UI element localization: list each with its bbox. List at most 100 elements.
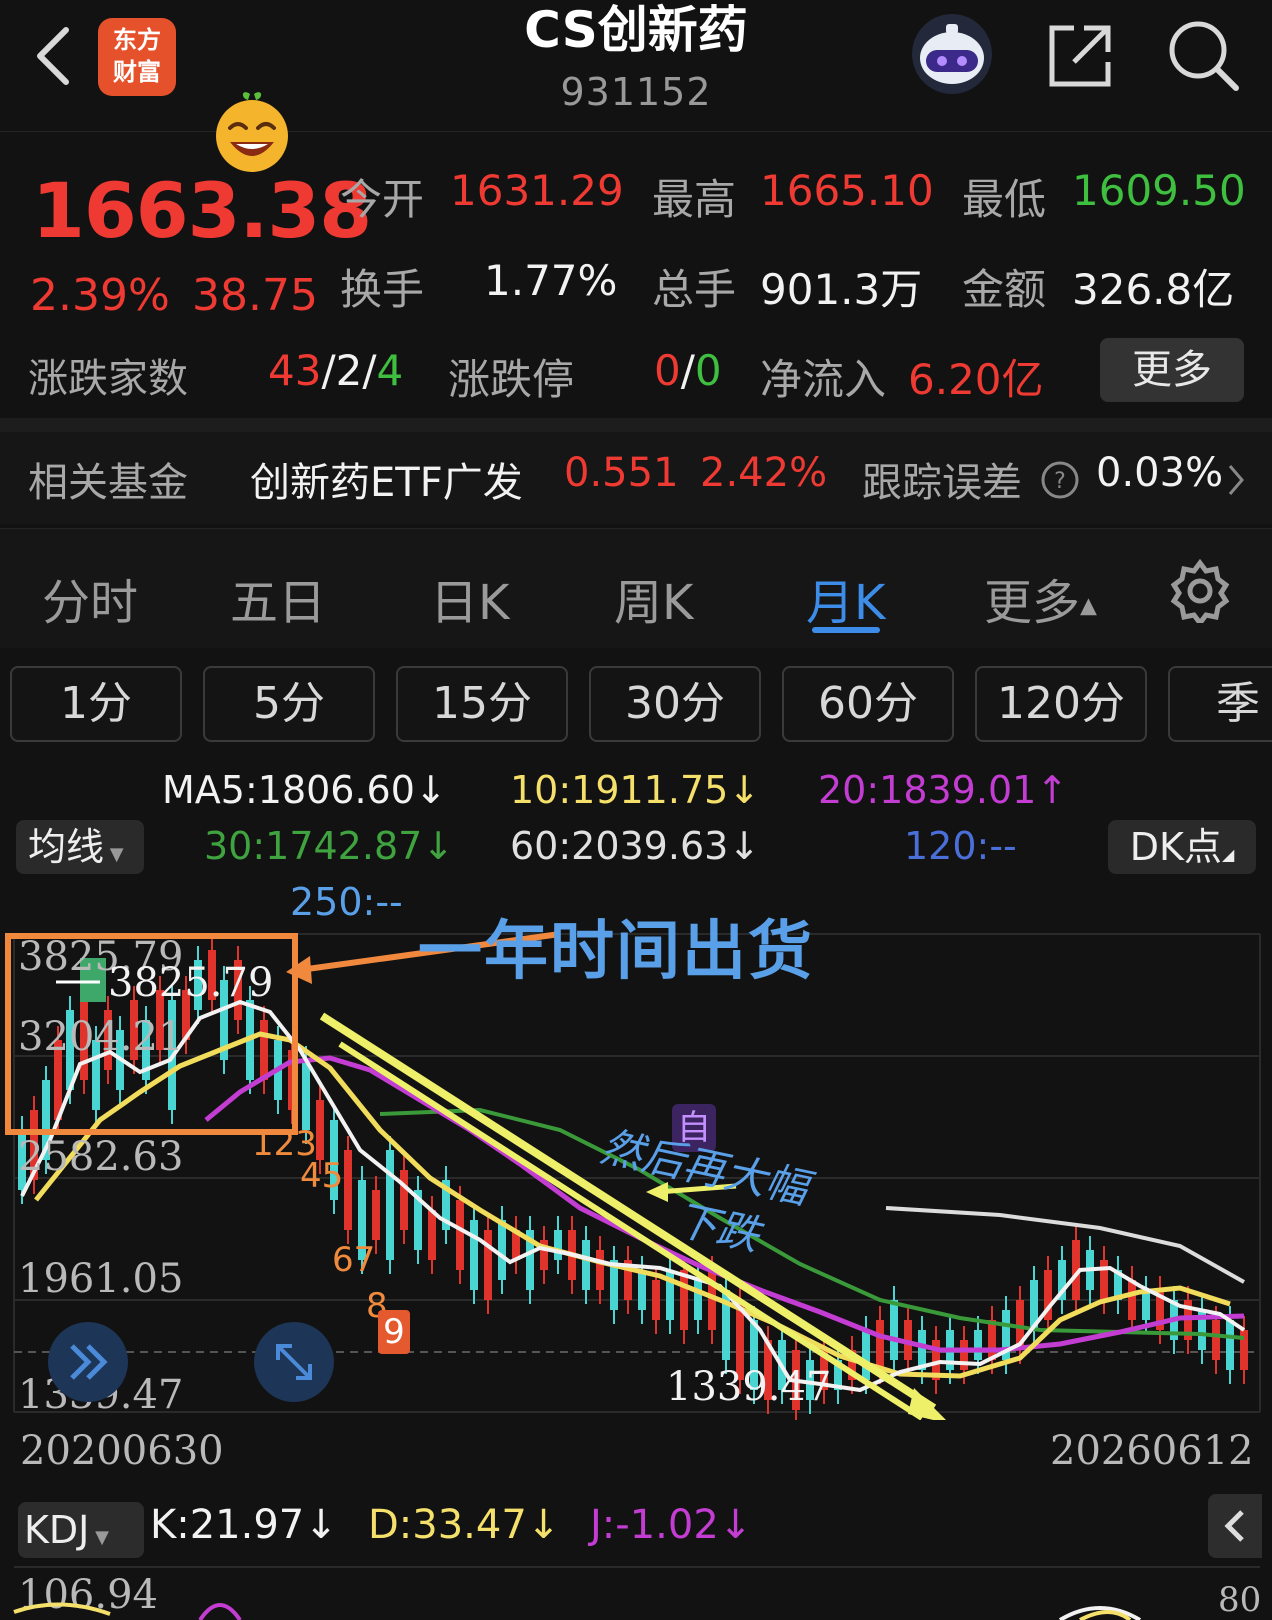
ma5-value: MA5:1806.60↓ — [162, 768, 447, 812]
ma10-value: 10:1911.75↓ — [510, 768, 761, 812]
breadth-down: 4 — [376, 346, 404, 395]
candle-body — [1128, 1280, 1136, 1320]
interval-30min-button[interactable]: 30分 — [589, 666, 761, 742]
candle-body — [260, 1020, 268, 1080]
candle-body — [428, 1210, 436, 1260]
ma120-value: 120:-- — [904, 824, 1017, 868]
current-price: 1663.38 — [32, 166, 372, 255]
interval-120min-button[interactable]: 120分 — [975, 666, 1147, 742]
low-price-marker: 1339.47 — [666, 1364, 832, 1410]
dk-point-button[interactable]: DK点◢ — [1108, 820, 1256, 874]
low-label: 最低 — [962, 175, 1047, 224]
x-axis-start-date: 20200630 — [20, 1428, 224, 1474]
caret-up-icon: ▲ — [1080, 593, 1097, 619]
arrow-down-icon: ↓ — [304, 1502, 338, 1548]
arrow-up-icon: ↑ — [1036, 768, 1069, 812]
inflow-value: 6.20亿 — [908, 355, 1044, 404]
arrow-down-icon: ↓ — [728, 824, 761, 868]
ma30-line — [379, 1107, 1245, 1340]
candle-body — [498, 1220, 506, 1280]
candle-body — [400, 1170, 408, 1230]
arrow-down-icon: ↓ — [422, 824, 455, 868]
ma30-value: 30:1742.87↓ — [204, 824, 455, 868]
kdj-top-gridline — [14, 1566, 1260, 1568]
gear-icon[interactable] — [1168, 559, 1232, 623]
candle-body — [876, 1320, 884, 1370]
inflow-label: 净流入 — [760, 355, 887, 404]
fund-name[interactable]: 创新药ETF广发 — [250, 450, 523, 508]
interval-quarter-button[interactable]: 季K — [1168, 666, 1272, 742]
header-bar: 东方 财富 CS创新药 931152 — [0, 0, 1272, 132]
interval-5min-button[interactable]: 5分 — [203, 666, 375, 742]
y-axis-label: 3204.21 — [18, 1014, 184, 1060]
collapse-panel-button[interactable] — [1208, 1494, 1262, 1558]
tab-daily-k[interactable]: 日K — [430, 563, 509, 633]
candle-body — [1212, 1320, 1220, 1360]
assistant-robot-icon[interactable] — [910, 12, 994, 96]
trend-arrow — [319, 1012, 937, 1412]
turnover-label: 换手 — [340, 265, 425, 314]
tab-five-day[interactable]: 五日 — [230, 563, 326, 633]
arrow-down-icon: ↓ — [718, 1502, 753, 1548]
caret-down-icon: ▼ — [89, 1527, 109, 1548]
sequence-9-badge: 9 — [378, 1310, 410, 1354]
tab-more[interactable]: 更多▲ — [984, 563, 1097, 633]
share-icon[interactable] — [1044, 20, 1116, 92]
candle-body — [862, 1330, 870, 1380]
kdj-lines — [13, 1602, 1142, 1620]
candle-body — [974, 1330, 982, 1360]
tab-more-label: 更多 — [984, 575, 1081, 631]
ma250-value: 250:-- — [290, 880, 403, 924]
breadth-counts: 43/2/4 — [268, 346, 404, 395]
arrow-down-icon: ↓ — [526, 1502, 561, 1548]
ma-select-dropdown[interactable]: 均线 ▼ — [16, 820, 144, 874]
help-icon[interactable]: ? — [1040, 460, 1080, 500]
smiling-emoji-icon — [216, 92, 288, 172]
open-label: 今开 — [340, 175, 425, 224]
breadth-flat: 2 — [335, 346, 363, 395]
interval-1min-button[interactable]: 1分 — [10, 666, 182, 742]
low-value: 1609.50 — [1072, 166, 1246, 215]
limit-counts: 0/0 — [654, 346, 722, 395]
active-tab-underline — [812, 627, 880, 633]
double-chevron-right-icon — [70, 1344, 108, 1380]
expand-chart-button[interactable] — [254, 1322, 334, 1402]
related-fund-row[interactable]: 相关基金 创新药ETF广发 0.551 2.42% 跟踪误差 ? 0.03% — [0, 432, 1272, 524]
tab-weekly-k[interactable]: 周K — [614, 563, 693, 633]
volume-value: 901.3万 — [760, 265, 923, 314]
corner-triangle-icon: ◢ — [1221, 845, 1235, 864]
candle-body — [1226, 1320, 1234, 1370]
breadth-label: 涨跌家数 — [28, 356, 188, 402]
fund-price: 0.551 — [564, 450, 679, 496]
interval-15min-button[interactable]: 15分 — [396, 666, 568, 742]
more-quote-button[interactable]: 更多 — [1100, 338, 1244, 402]
tab-intraday[interactable]: 分时 — [42, 563, 138, 633]
indicator-select-dropdown[interactable]: KDJ ▼ — [18, 1502, 144, 1558]
arrow-down-icon: ↓ — [414, 768, 447, 812]
kdj-d-value: D:33.47↓ — [368, 1502, 561, 1548]
sequence-6-7: 67 — [332, 1240, 376, 1280]
y-axis-label: 2582.63 — [18, 1134, 184, 1180]
candle-body — [1142, 1290, 1150, 1320]
volume-label: 总手 — [652, 265, 737, 314]
arrow-head-icon — [286, 956, 312, 984]
amount-label: 金额 — [962, 265, 1047, 314]
candle-body — [960, 1340, 968, 1370]
change-amount: 38.75 — [192, 270, 318, 321]
high-label: 最高 — [652, 175, 737, 224]
candle-body — [638, 1270, 646, 1310]
search-icon[interactable] — [1166, 18, 1240, 92]
ma20-value: 20:1839.01↑ — [818, 768, 1069, 812]
x-axis-end-date: 20260612 — [1050, 1428, 1254, 1474]
interval-60min-button[interactable]: 60分 — [782, 666, 954, 742]
limit-label: 涨跌停 — [448, 355, 575, 404]
candle-body — [554, 1230, 562, 1260]
tab-monthly-k[interactable]: 月K — [806, 563, 885, 633]
caret-down-icon: ▼ — [104, 844, 124, 865]
trend-arrow — [338, 1041, 924, 1420]
candle-body — [582, 1240, 590, 1290]
chevron-right-icon[interactable] — [1226, 462, 1246, 498]
fast-forward-button[interactable] — [48, 1322, 128, 1402]
candle-body — [680, 1270, 688, 1330]
fund-change-pct: 2.42% — [700, 450, 828, 496]
